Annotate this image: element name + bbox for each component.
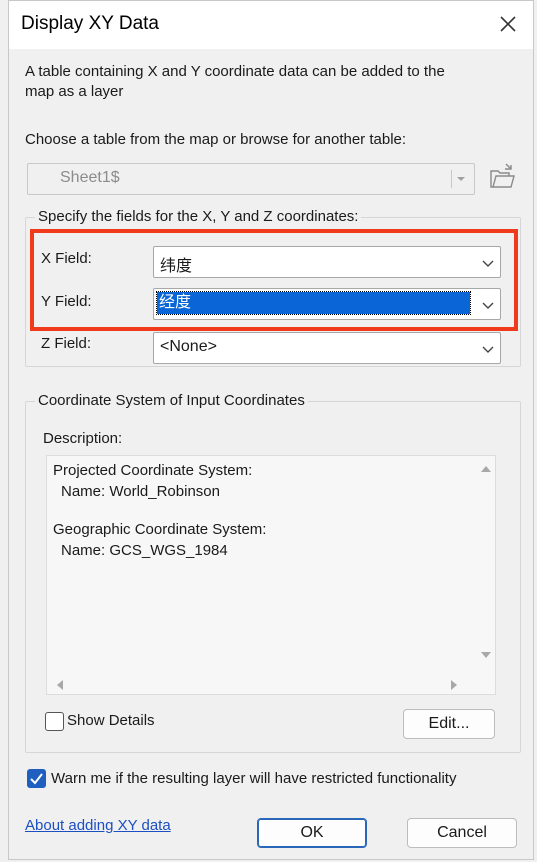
fields-group-label: Specify the fields for the X, Y and Z co… [35, 208, 362, 225]
table-combo-value: Sheet1$ [60, 169, 120, 186]
description-label: Description: [43, 430, 123, 447]
description-line-1: Projected Coordinate System: [53, 462, 253, 479]
horizontal-scrollbar[interactable] [47, 676, 477, 694]
display-xy-data-dialog: Display XY Data A table containing X and… [8, 0, 534, 860]
dialog-title: Display XY Data [21, 13, 159, 34]
warn-label: Warn me if the resulting layer will have… [51, 770, 457, 787]
help-link[interactable]: About adding XY data [25, 817, 171, 834]
description-line-4: Geographic Coordinate System: [53, 521, 267, 538]
z-field-label: Z Field: [41, 335, 92, 352]
title-bar: Display XY Data [9, 1, 533, 49]
z-field-select[interactable]: <None> [153, 332, 501, 364]
cancel-button[interactable]: Cancel [407, 818, 517, 848]
xy-fields-highlight [30, 229, 518, 331]
show-details-label: Show Details [67, 712, 155, 729]
browse-folder-icon[interactable] [487, 163, 519, 193]
warn-checkbox[interactable] [27, 769, 46, 788]
description-line-5: Name: GCS_WGS_1984 [61, 542, 228, 559]
close-icon[interactable] [493, 9, 523, 39]
checkmark-icon [30, 773, 43, 785]
ok-button[interactable]: OK [257, 818, 367, 848]
intro-text-line1: A table containing X and Y coordinate da… [25, 63, 445, 80]
edit-button[interactable]: Edit... [403, 709, 495, 739]
chevron-down-icon [482, 341, 494, 353]
description-line-2: Name: World_Robinson [61, 483, 220, 500]
coord-system-group-label: Coordinate System of Input Coordinates [35, 392, 308, 409]
vertical-scrollbar[interactable] [477, 456, 495, 676]
chevron-down-icon [451, 170, 470, 188]
z-field-value: <None> [160, 338, 217, 355]
description-textbox[interactable]: Projected Coordinate System: Name: World… [46, 455, 496, 695]
table-combo[interactable]: Sheet1$ [27, 163, 475, 195]
show-details-checkbox[interactable] [45, 712, 64, 731]
intro-text-line2: map as a layer [25, 83, 124, 100]
table-chooser-label: Choose a table from the map or browse fo… [25, 131, 407, 148]
